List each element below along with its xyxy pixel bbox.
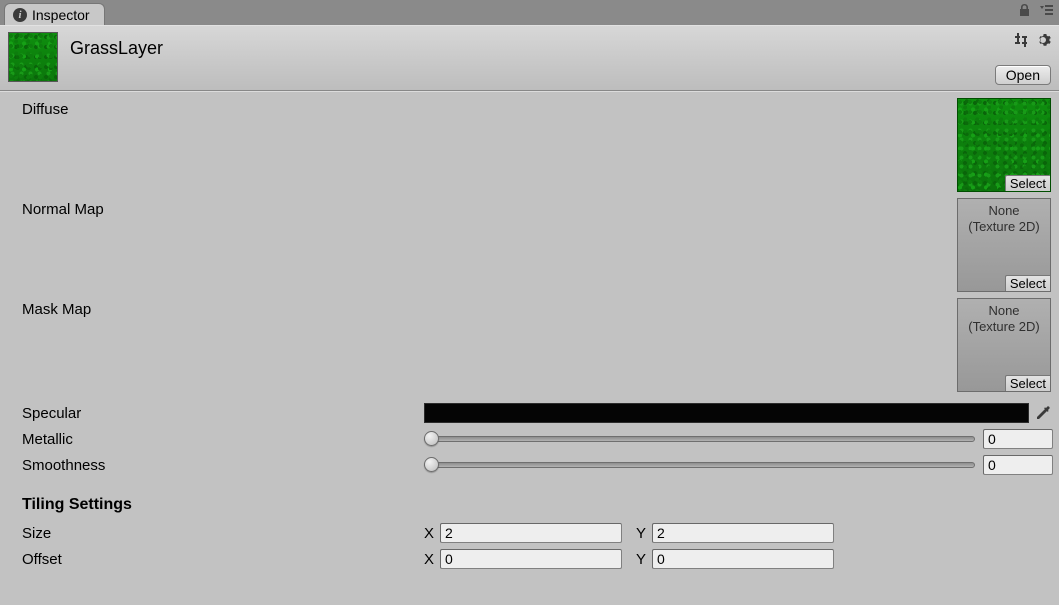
normal-map-row: Normal Map None (Texture 2D) Select — [6, 198, 1053, 296]
diffuse-texture-slot[interactable]: Select — [957, 98, 1051, 192]
mask-map-select-button[interactable]: Select — [1005, 375, 1050, 391]
lock-icon[interactable] — [1018, 3, 1031, 17]
diffuse-row: Diffuse Select — [6, 98, 1053, 196]
metallic-slider[interactable] — [424, 429, 975, 449]
mask-map-label: Mask Map — [6, 298, 424, 318]
specular-label: Specular — [6, 405, 424, 422]
smoothness-label: Smoothness — [6, 457, 424, 474]
size-x-field[interactable] — [440, 523, 622, 543]
tab-title: Inspector — [32, 7, 90, 23]
normal-map-label: Normal Map — [6, 198, 424, 218]
smoothness-slider[interactable] — [424, 455, 975, 475]
size-y-label: Y — [636, 525, 652, 542]
metallic-label: Metallic — [6, 431, 424, 448]
size-y-field[interactable] — [652, 523, 834, 543]
size-row: Size X Y — [6, 520, 1053, 546]
smoothness-row: Smoothness — [6, 452, 1053, 478]
panel-menu-icon[interactable] — [1037, 4, 1053, 16]
asset-header: GrassLayer Open — [0, 25, 1059, 91]
diffuse-label: Diffuse — [6, 98, 424, 118]
metallic-row: Metallic — [6, 426, 1053, 452]
mask-map-none-text: None (Texture 2D) — [958, 299, 1050, 336]
inspector-panel: Diffuse Select Normal Map None (Texture … — [0, 91, 1059, 605]
asset-thumbnail[interactable] — [8, 32, 58, 82]
open-button[interactable]: Open — [995, 65, 1051, 85]
tiling-settings-header: Tiling Settings — [6, 496, 1053, 514]
offset-y-field[interactable] — [652, 549, 834, 569]
tab-strip: i Inspector — [0, 0, 1059, 25]
offset-x-label: X — [424, 551, 440, 568]
offset-y-label: Y — [636, 551, 652, 568]
info-icon: i — [13, 8, 27, 22]
mask-map-texture-slot[interactable]: None (Texture 2D) Select — [957, 298, 1051, 392]
metallic-slider-thumb[interactable] — [424, 431, 439, 446]
smoothness-slider-thumb[interactable] — [424, 457, 439, 472]
gear-icon[interactable] — [1035, 32, 1051, 48]
mask-map-row: Mask Map None (Texture 2D) Select — [6, 298, 1053, 396]
normal-map-texture-slot[interactable]: None (Texture 2D) Select — [957, 198, 1051, 292]
size-label: Size — [6, 525, 424, 542]
metallic-value-field[interactable] — [983, 429, 1053, 449]
specular-row: Specular — [6, 400, 1053, 426]
offset-x-field[interactable] — [440, 549, 622, 569]
offset-row: Offset X Y — [6, 546, 1053, 572]
asset-name: GrassLayer — [70, 38, 163, 59]
smoothness-value-field[interactable] — [983, 455, 1053, 475]
normal-map-none-text: None (Texture 2D) — [958, 199, 1050, 236]
specular-color-swatch[interactable] — [424, 403, 1029, 423]
eyedropper-icon[interactable] — [1033, 403, 1053, 423]
diffuse-select-button[interactable]: Select — [1005, 175, 1050, 191]
size-x-label: X — [424, 525, 440, 542]
inspector-tab[interactable]: i Inspector — [4, 3, 105, 25]
prefab-overrides-icon[interactable] — [1013, 32, 1029, 48]
offset-label: Offset — [6, 551, 424, 568]
normal-map-select-button[interactable]: Select — [1005, 275, 1050, 291]
